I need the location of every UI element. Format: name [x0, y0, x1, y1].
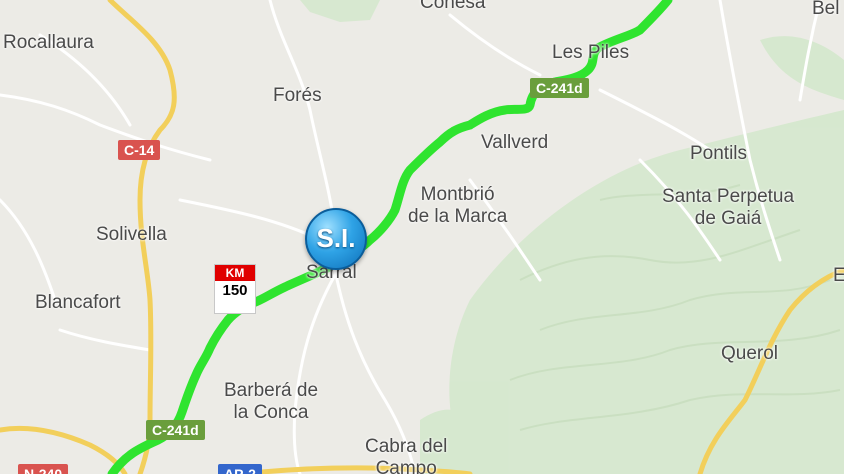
si-poi-label: S.I. [316, 223, 356, 253]
place-label-querol: Querol [721, 343, 779, 364]
si-poi-marker[interactable]: S.I. [305, 208, 367, 270]
place-label-fores: Forés [273, 85, 322, 106]
place-label-cabra-del-campo: Cabra del Campo [365, 436, 448, 474]
road-shield-c241d-bottom: C-241d [146, 420, 205, 440]
place-label-montbrio-de-la-marca: Montbrió de la Marca [408, 184, 508, 227]
km-marker-number: 150 [222, 282, 248, 299]
place-label-pontils: Pontils [690, 143, 748, 164]
road-shield-c14: C-14 [118, 140, 161, 160]
place-label-blancafort: Blancafort [35, 292, 121, 313]
km-marker-sign[interactable]: KM 150 [214, 264, 256, 314]
place-label-santa-perpetua-de-gaia: Santa Perpetua de Gaiá [662, 186, 795, 229]
place-label-barbera-de-la-conca: Barberá de la Conca [224, 380, 319, 423]
road-shield-n240: N-240 [18, 464, 69, 474]
place-label-bel-partial: Bel [812, 0, 840, 19]
place-label-conesa: Conesa [420, 0, 486, 13]
road-shield-ap2: AP-2 [218, 464, 262, 474]
place-label-vallverd: Vallverd [481, 132, 549, 153]
map-view[interactable]: Conesa Bel Rocallaura Les Piles Forés Va… [0, 0, 844, 474]
place-label-solivella: Solivella [96, 224, 167, 245]
place-label-e-partial: E [833, 265, 844, 286]
place-label-rocallaura: Rocallaura [3, 32, 94, 53]
road-shield-c241d-top: C-241d [530, 78, 589, 98]
km-marker-header: KM [215, 265, 255, 281]
place-label-les-piles: Les Piles [552, 42, 630, 63]
